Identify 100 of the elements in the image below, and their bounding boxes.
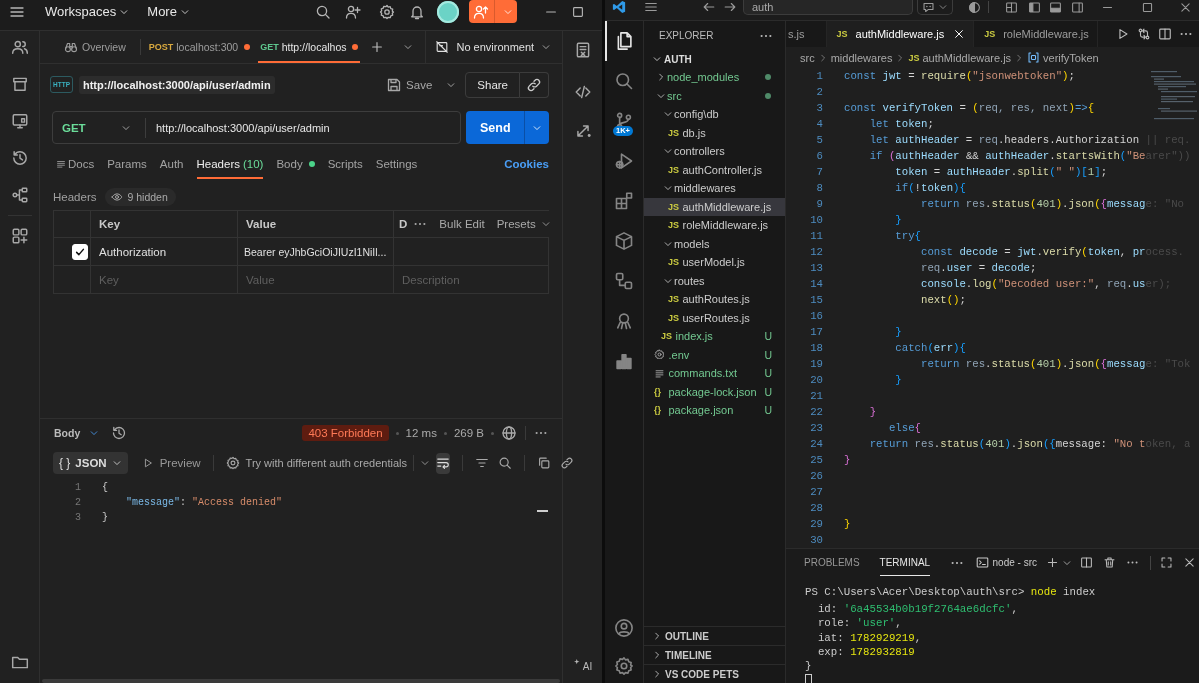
breadcrumb-item[interactable]: JS authMiddleware.js (908, 51, 1012, 64)
avatar[interactable] (437, 0, 459, 23)
bell-icon[interactable] (409, 3, 425, 20)
archive-box-icon[interactable] (10, 75, 29, 93)
compare-icon[interactable] (1137, 27, 1151, 41)
menu-icon[interactable] (644, 0, 658, 14)
file-item[interactable]: JS roleMiddleware.js (644, 216, 785, 235)
chat-button[interactable] (917, 0, 953, 15)
menu-button[interactable]: More (147, 4, 190, 19)
split-editor-icon[interactable] (1158, 27, 1172, 41)
invite-button[interactable] (469, 0, 517, 23)
half-circle-icon[interactable] (968, 0, 981, 14)
maximize-icon[interactable] (1160, 556, 1173, 569)
folder-item[interactable]: node_modules (644, 68, 785, 87)
panel-tab[interactable]: TERMINAL (879, 549, 931, 576)
file-item[interactable]: commands.txt U (644, 364, 785, 383)
split-icon[interactable] (1080, 556, 1093, 569)
bulk-edit-button[interactable]: Bulk Edit (439, 218, 485, 230)
back-arrow-icon[interactable] (702, 0, 716, 14)
request-tab[interactable]: Auth (159, 149, 184, 179)
section-header[interactable]: TIMELINE (644, 645, 785, 664)
overview-tab[interactable]: Overview (62, 31, 128, 63)
folder-item[interactable]: middlewares (644, 179, 785, 198)
input-field[interactable]: Description (402, 273, 540, 286)
file-item[interactable]: JS userRoutes.js (644, 308, 785, 327)
people-icon[interactable] (10, 38, 29, 56)
folder-item[interactable]: config\db (644, 105, 785, 124)
plus-icon[interactable] (1046, 556, 1059, 569)
editor-tab[interactable]: JS roleMiddleware.js (974, 21, 1098, 47)
request-tab[interactable]: Params (107, 149, 147, 179)
request-tab[interactable]: Settings (375, 149, 418, 179)
file-item[interactable]: JS authController.js (644, 160, 785, 179)
filter-icon[interactable] (475, 456, 489, 470)
history-icon[interactable] (111, 425, 128, 441)
plus-icon[interactable] (370, 40, 385, 54)
maximize-icon[interactable] (571, 4, 585, 19)
folder-item[interactable]: routes (644, 271, 785, 290)
file-item[interactable]: .env U (644, 345, 785, 364)
maximize-icon[interactable] (1141, 0, 1154, 14)
response-view-dropdown[interactable]: Body (54, 427, 100, 439)
method-dropdown[interactable]: GET (53, 117, 146, 138)
search-icon[interactable] (498, 456, 512, 470)
run-icon[interactable] (1116, 27, 1130, 41)
try-auth-button[interactable]: Try with different auth credentials (225, 456, 407, 470)
file-item[interactable]: {} package.json U (644, 401, 785, 420)
breadcrumb-item[interactable]: src (800, 51, 815, 64)
settings-icon[interactable] (379, 3, 395, 20)
monitor-icon[interactable] (10, 112, 29, 130)
share-button[interactable]: Share (465, 71, 520, 98)
file-item[interactable]: JS index.js U (644, 327, 785, 346)
add-user-icon[interactable] (345, 3, 361, 20)
request-name[interactable]: http://localhost:3000/api/user/admin (79, 75, 275, 94)
search-field[interactable]: auth (743, 0, 913, 15)
close-icon[interactable] (953, 28, 966, 40)
layout-icon[interactable] (1005, 0, 1018, 14)
section-header[interactable]: OUTLINE (644, 626, 785, 645)
folder-item[interactable]: controllers (644, 142, 785, 161)
breadcrumb-item[interactable]: verifyToken (1027, 51, 1099, 64)
file-item[interactable]: JS authMiddleware.js (644, 197, 785, 216)
panel-tab[interactable]: PROBLEMS (804, 549, 860, 576)
input-field[interactable]: Key (99, 273, 229, 286)
close-icon[interactable] (1183, 556, 1196, 569)
environment-dropdown[interactable]: No environment (425, 31, 564, 63)
request-tab[interactable]: Headers (10) (196, 149, 264, 179)
code-icon[interactable] (573, 83, 592, 101)
file-item[interactable]: JS userModel.js (644, 253, 785, 272)
presets-dropdown[interactable]: Presets (496, 218, 551, 230)
file-item[interactable]: {} package-lock.json U (644, 382, 785, 401)
grid-plus-icon[interactable] (10, 227, 29, 245)
wrap-lines-button[interactable] (436, 452, 450, 474)
minimap[interactable] (1149, 68, 1199, 122)
send-button[interactable]: Send (466, 111, 524, 144)
checkbox[interactable] (72, 243, 88, 260)
sidebar-right-icon[interactable] (1071, 0, 1084, 14)
hidden-headers-toggle[interactable]: 9 hidden (105, 188, 176, 206)
file-item[interactable]: JS authRoutes.js (644, 290, 785, 309)
file-item[interactable]: JS db.js (644, 123, 785, 142)
panel-bottom-icon[interactable] (1049, 0, 1062, 14)
editor-tab[interactable]: s.js (786, 21, 827, 47)
terminal-dropdown[interactable]: node - src (975, 549, 1037, 576)
history-icon[interactable] (10, 149, 29, 167)
url-field[interactable]: http://localhost:3000/api/user/admin (146, 121, 330, 134)
copy-icon[interactable] (537, 456, 551, 470)
section-header[interactable]: VS CODE PETS (644, 664, 785, 683)
sidebar-left-icon[interactable] (1028, 0, 1041, 14)
search-icon[interactable] (315, 3, 331, 20)
request-tab[interactable]: Body (276, 149, 315, 179)
request-tab[interactable]: POST localhost:300 (146, 31, 253, 63)
folder-item[interactable]: src (644, 86, 785, 105)
folder-item[interactable]: models (644, 234, 785, 253)
request-tab[interactable]: Scripts (327, 149, 363, 179)
menu-button[interactable]: Workspaces (45, 4, 130, 19)
settings-icon[interactable] (614, 656, 634, 676)
ai-button[interactable]: AI (572, 658, 593, 672)
request-tab[interactable]: Docs (56, 149, 95, 179)
link-icon[interactable] (560, 456, 574, 470)
forward-arrow-icon[interactable] (723, 0, 737, 14)
chevron-down-icon[interactable] (403, 42, 414, 52)
flow-icon[interactable] (10, 186, 29, 204)
trash-icon[interactable] (1103, 556, 1116, 569)
